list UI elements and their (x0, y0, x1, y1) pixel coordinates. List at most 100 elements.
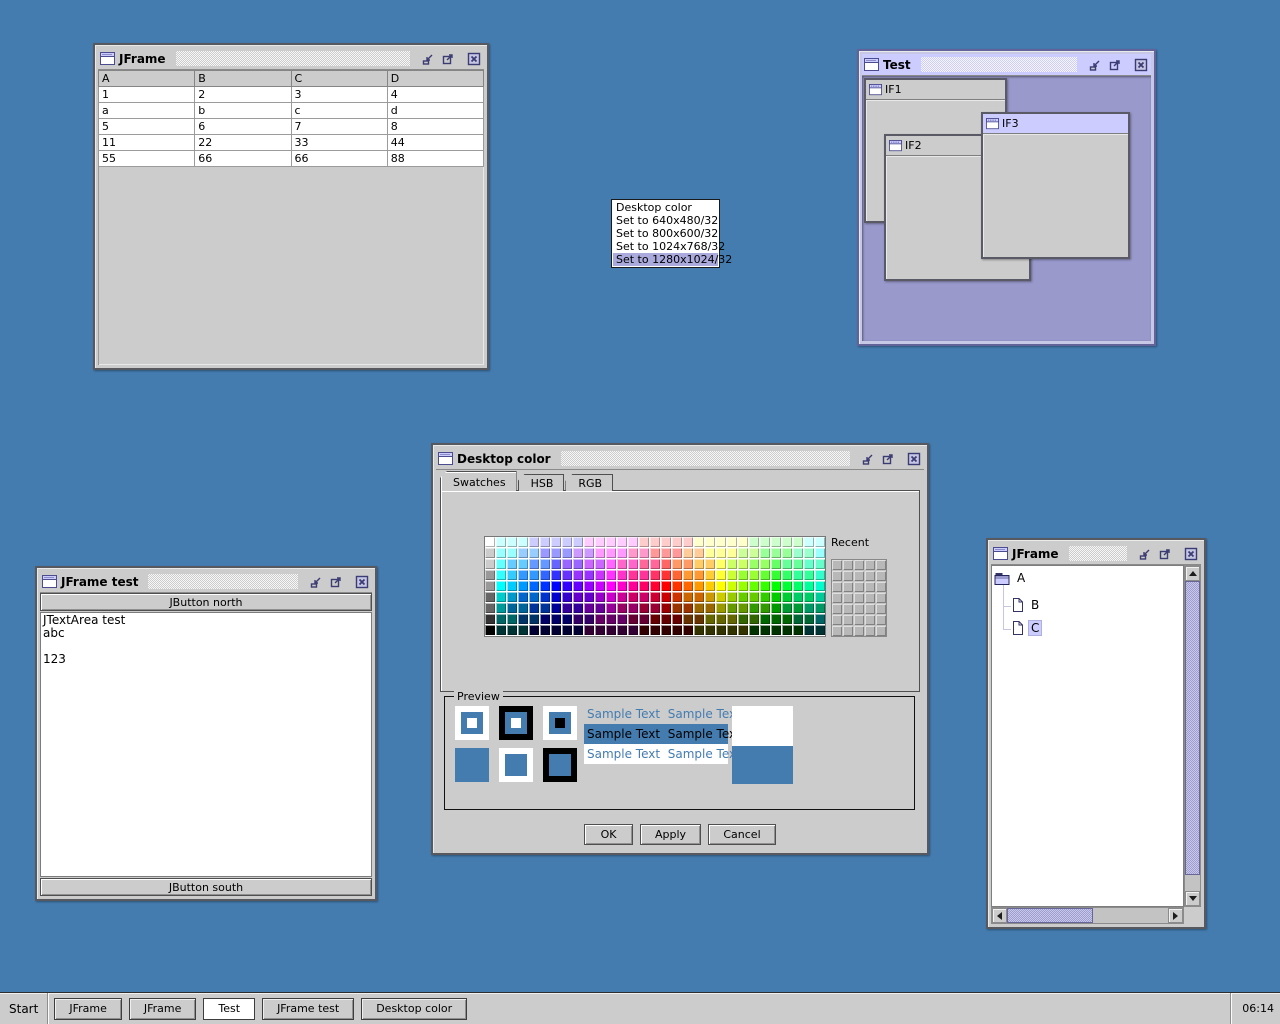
color-swatch[interactable] (771, 570, 781, 580)
color-swatch[interactable] (727, 592, 737, 602)
color-swatch[interactable] (562, 614, 572, 624)
maximize-button[interactable] (440, 51, 456, 67)
iconify-button[interactable] (860, 451, 876, 467)
color-swatch[interactable] (738, 537, 748, 547)
color-swatch[interactable] (782, 592, 792, 602)
color-swatch[interactable] (793, 548, 803, 558)
cancel-button[interactable]: Cancel (708, 824, 776, 845)
color-swatch[interactable] (683, 548, 693, 558)
color-swatch[interactable] (694, 570, 704, 580)
color-swatch[interactable] (661, 603, 671, 613)
color-swatch[interactable] (727, 625, 737, 635)
color-swatch[interactable] (694, 581, 704, 591)
color-swatch[interactable] (573, 625, 583, 635)
recent-swatch[interactable] (843, 560, 853, 570)
vertical-scrollbar-thumb[interactable] (1185, 581, 1200, 875)
scroll-right-button[interactable] (1168, 908, 1183, 923)
color-swatch[interactable] (540, 614, 550, 624)
iconify-button[interactable] (308, 574, 324, 590)
recent-swatch[interactable] (876, 571, 886, 581)
color-swatch[interactable] (496, 581, 506, 591)
color-swatch[interactable] (507, 603, 517, 613)
color-swatch[interactable] (529, 570, 539, 580)
color-swatch[interactable] (584, 625, 594, 635)
recent-swatch[interactable] (854, 593, 864, 603)
color-swatch[interactable] (562, 592, 572, 602)
color-swatch[interactable] (650, 625, 660, 635)
recent-swatch[interactable] (865, 615, 875, 625)
color-swatch[interactable] (815, 559, 825, 569)
color-swatch[interactable] (485, 559, 495, 569)
recent-swatch[interactable] (843, 615, 853, 625)
color-swatch[interactable] (661, 537, 671, 547)
color-swatch[interactable] (496, 625, 506, 635)
color-swatch[interactable] (573, 537, 583, 547)
color-swatch[interactable] (573, 614, 583, 624)
recent-swatch[interactable] (876, 582, 886, 592)
color-swatch[interactable] (595, 559, 605, 569)
color-swatch[interactable] (771, 625, 781, 635)
color-swatch[interactable] (793, 614, 803, 624)
color-swatch[interactable] (661, 592, 671, 602)
recent-swatch[interactable] (876, 604, 886, 614)
table-cell[interactable]: 7 (290, 118, 388, 135)
color-swatch[interactable] (760, 548, 770, 558)
color-swatch[interactable] (496, 570, 506, 580)
jbutton-north[interactable]: JButton north (40, 593, 372, 611)
color-swatch[interactable] (650, 570, 660, 580)
color-swatch[interactable] (485, 592, 495, 602)
color-swatch[interactable] (804, 603, 814, 613)
tab-swatches[interactable]: Swatches (440, 471, 517, 491)
color-swatch[interactable] (529, 625, 539, 635)
color-swatch[interactable] (672, 537, 682, 547)
close-button[interactable] (1183, 546, 1199, 562)
color-swatch[interactable] (551, 559, 561, 569)
color-swatch[interactable] (551, 603, 561, 613)
table-cell[interactable]: 2 (194, 86, 292, 103)
color-swatch[interactable] (672, 614, 682, 624)
color-swatch[interactable] (485, 537, 495, 547)
titlebar[interactable]: JFrame (991, 543, 1201, 565)
taskbar-task-button[interactable]: JFrame test (262, 997, 355, 1020)
color-swatch[interactable] (815, 592, 825, 602)
color-swatch[interactable] (793, 570, 803, 580)
color-swatch[interactable] (804, 548, 814, 558)
scroll-up-button[interactable] (1185, 566, 1200, 581)
color-swatch[interactable] (683, 625, 693, 635)
color-swatch[interactable] (485, 614, 495, 624)
color-swatch[interactable] (595, 570, 605, 580)
color-swatch[interactable] (782, 603, 792, 613)
color-swatch[interactable] (639, 570, 649, 580)
color-swatch[interactable] (595, 548, 605, 558)
color-swatch[interactable] (518, 570, 528, 580)
color-swatch[interactable] (705, 592, 715, 602)
color-swatch[interactable] (661, 581, 671, 591)
color-swatch[interactable] (496, 603, 506, 613)
color-swatch[interactable] (617, 603, 627, 613)
color-swatch[interactable] (760, 537, 770, 547)
color-swatch[interactable] (628, 614, 638, 624)
color-swatch[interactable] (518, 559, 528, 569)
color-swatch[interactable] (518, 548, 528, 558)
table-cell[interactable]: 1 (98, 86, 196, 103)
recent-swatch[interactable] (854, 560, 864, 570)
color-swatch[interactable] (529, 537, 539, 547)
color-swatch[interactable] (804, 625, 814, 635)
table-cell[interactable]: c (290, 102, 388, 119)
color-swatch[interactable] (628, 559, 638, 569)
table-cell[interactable]: 4 (386, 86, 484, 103)
titlebar[interactable]: IF3 (983, 114, 1128, 134)
tree-node-root[interactable]: A (994, 568, 1028, 588)
iconify-button[interactable] (1087, 57, 1103, 73)
color-swatch[interactable] (771, 592, 781, 602)
color-swatch[interactable] (595, 592, 605, 602)
color-swatch[interactable] (749, 592, 759, 602)
color-swatch[interactable] (804, 581, 814, 591)
titlebar[interactable]: JFrame test (40, 571, 372, 593)
color-swatch[interactable] (606, 625, 616, 635)
color-swatch[interactable] (496, 537, 506, 547)
color-swatch[interactable] (584, 570, 594, 580)
color-swatch[interactable] (551, 570, 561, 580)
ok-button[interactable]: OK (584, 824, 633, 845)
color-swatch[interactable] (716, 548, 726, 558)
